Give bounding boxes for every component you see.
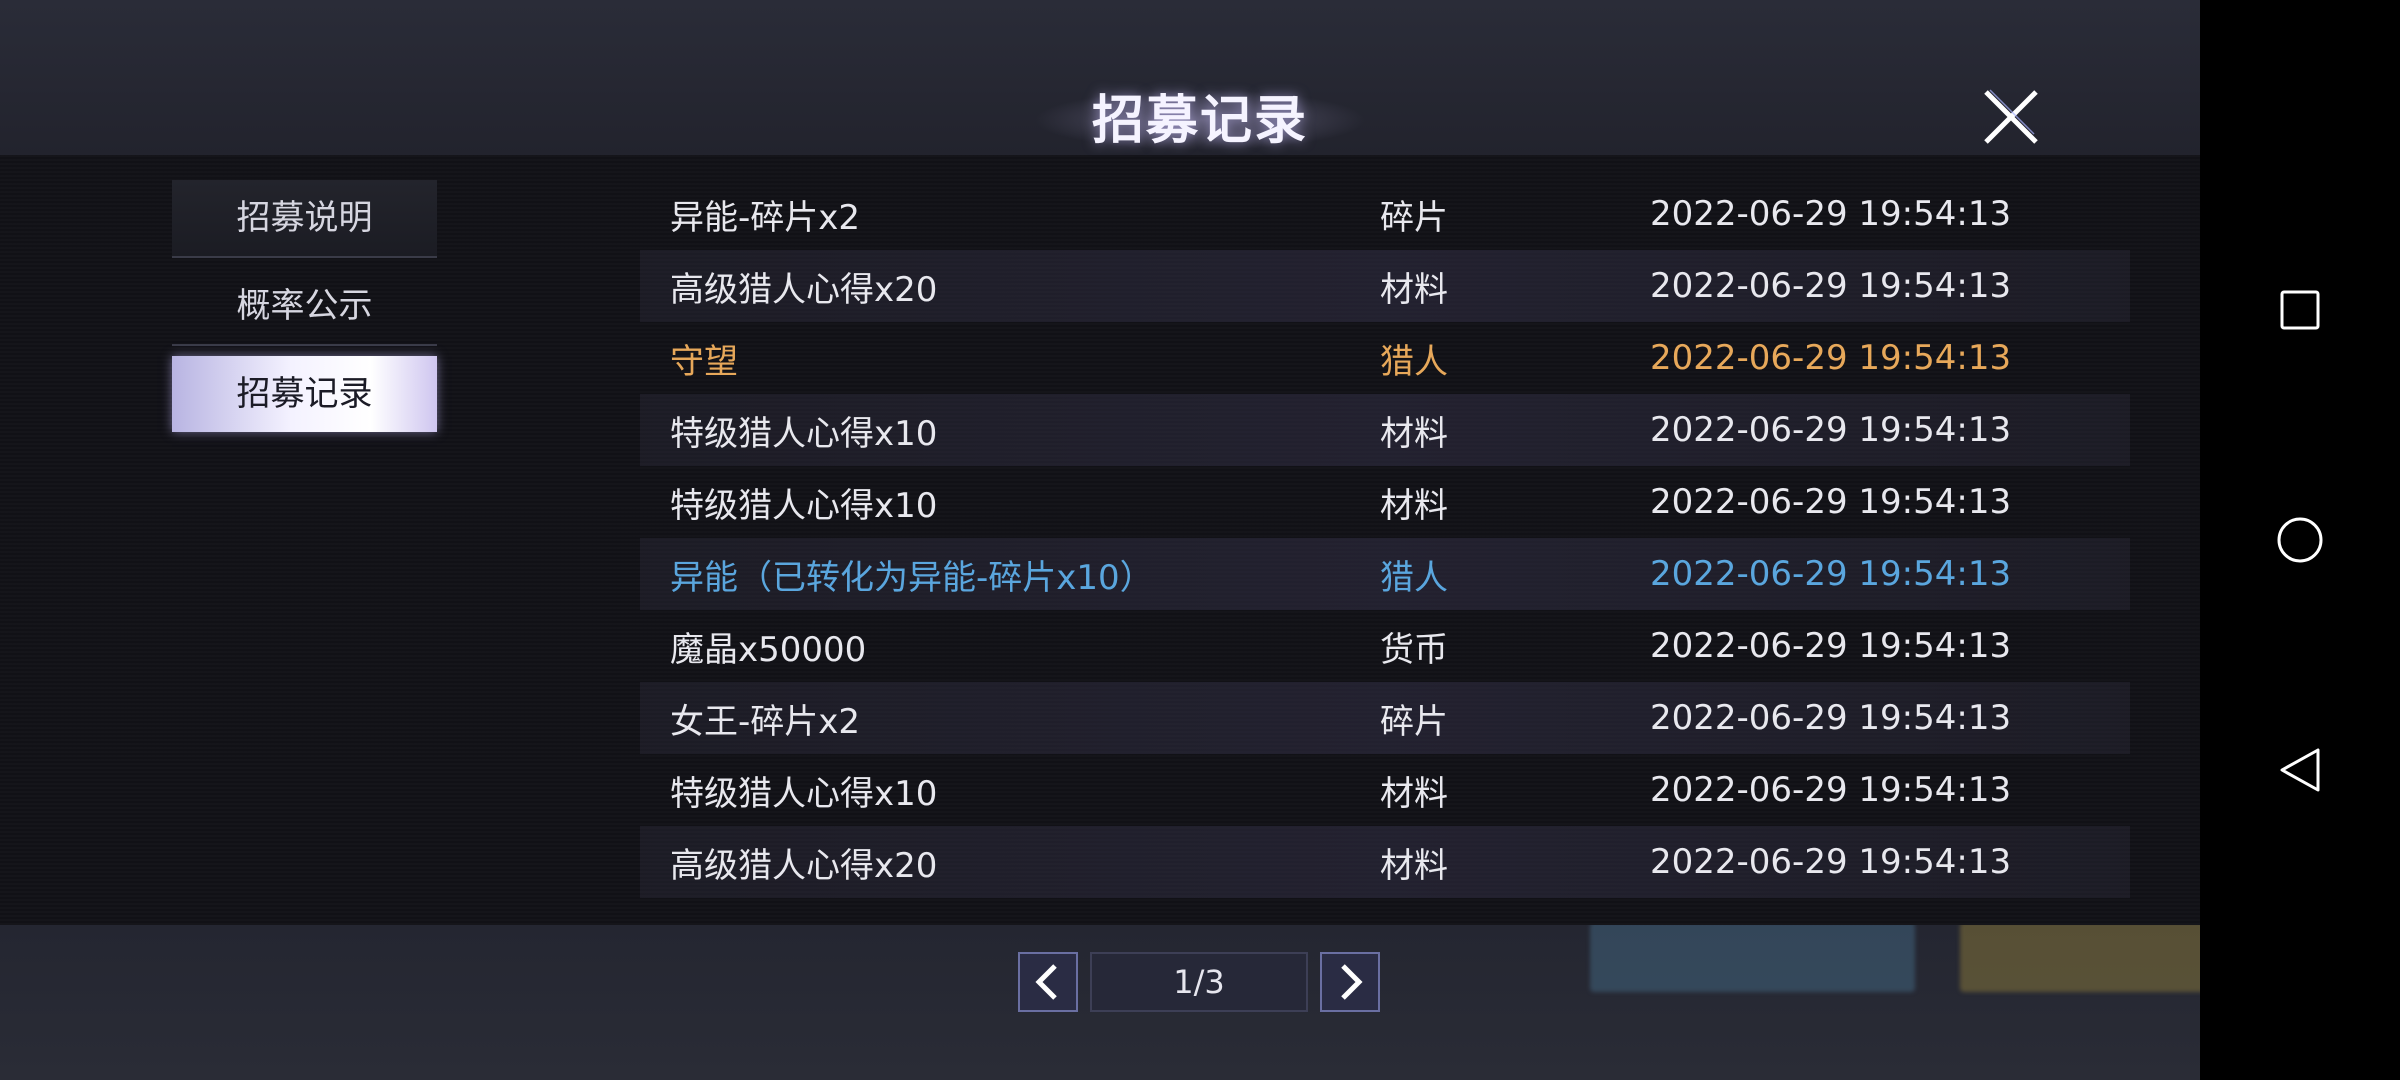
item-name: 异能-碎片x2 [670,197,861,238]
item-name: 守望 [670,341,738,382]
table-row: 异能-碎片x2 碎片 2022-06-29 19:54:13 [640,178,2130,250]
chevron-right-icon [1341,964,1363,1000]
item-type: 材料 [1380,485,1448,526]
table-row: 高级猎人心得x20 材料 2022-06-29 19:54:13 [640,826,2130,898]
table-row: 高级猎人心得x20 材料 2022-06-29 19:54:13 [640,250,2130,322]
side-tabs: 招募说明 概率公示 招募记录 [172,180,437,442]
item-type: 货币 [1380,629,1448,670]
tab-recruit-info[interactable]: 招募说明 [172,180,437,258]
table-row: 特级猎人心得x10 材料 2022-06-29 19:54:13 [640,754,2130,826]
next-page-button[interactable] [1320,952,1380,1012]
item-time: 2022-06-29 19:54:13 [1650,482,2012,522]
table-row: 特级猎人心得x10 材料 2022-06-29 19:54:13 [640,466,2130,538]
back-button[interactable] [2260,730,2340,810]
recents-button[interactable] [2260,270,2340,350]
home-button[interactable] [2260,500,2340,580]
item-name: 特级猎人心得x10 [670,773,938,814]
tab-recruit-records[interactable]: 招募记录 [172,356,437,432]
blurred-background-button [1590,922,1915,992]
page-indicator: 1/3 [1090,952,1308,1012]
item-type: 材料 [1380,413,1448,454]
item-time: 2022-06-29 19:54:13 [1650,194,2012,234]
item-time: 2022-06-29 19:54:13 [1650,698,2012,738]
close-button[interactable] [1980,86,2042,148]
page-title: 招募记录 [1091,90,1308,151]
table-row: 魔晶x50000 货币 2022-06-29 19:54:13 [640,610,2130,682]
item-time: 2022-06-29 19:54:13 [1650,338,2012,378]
tab-probability[interactable]: 概率公示 [172,268,437,346]
triangle-back-icon [2280,748,2320,792]
square-icon [2280,290,2320,330]
record-list: 异能-碎片x2 碎片 2022-06-29 19:54:13 高级猎人心得x20… [640,178,2130,898]
close-icon [1984,89,2038,144]
chevron-left-icon [1035,964,1057,1000]
pagination: 1/3 [1018,952,1380,1012]
item-time: 2022-06-29 19:54:13 [1650,842,2012,882]
item-type: 材料 [1380,269,1448,310]
item-name: 女王-碎片x2 [670,701,861,742]
item-type: 材料 [1380,845,1448,886]
item-type: 材料 [1380,773,1448,814]
item-time: 2022-06-29 19:54:13 [1650,770,2012,810]
item-type: 碎片 [1380,197,1448,238]
circle-icon [2277,517,2323,563]
item-time: 2022-06-29 19:54:13 [1650,410,2012,450]
item-type: 猎人 [1380,341,1448,382]
item-time: 2022-06-29 19:54:13 [1650,266,2012,306]
item-type: 碎片 [1380,701,1448,742]
item-time: 2022-06-29 19:54:13 [1650,554,2012,594]
table-row: 异能（已转化为异能-碎片x10） 猎人 2022-06-29 19:54:13 [640,538,2130,610]
item-name: 高级猎人心得x20 [670,269,938,310]
item-type: 猎人 [1380,557,1448,598]
item-name: 特级猎人心得x10 [670,413,938,454]
item-name: 特级猎人心得x10 [670,485,938,526]
item-name: 高级猎人心得x20 [670,845,938,886]
table-row: 守望 猎人 2022-06-29 19:54:13 [640,322,2130,394]
prev-page-button[interactable] [1018,952,1078,1012]
item-name: 魔晶x50000 [670,629,867,670]
table-row: 特级猎人心得x10 材料 2022-06-29 19:54:13 [640,394,2130,466]
item-time: 2022-06-29 19:54:13 [1650,626,2012,666]
item-name: 异能（已转化为异能-碎片x10） [670,557,1154,598]
android-nav-bar [2200,0,2400,1080]
table-row: 女王-碎片x2 碎片 2022-06-29 19:54:13 [640,682,2130,754]
